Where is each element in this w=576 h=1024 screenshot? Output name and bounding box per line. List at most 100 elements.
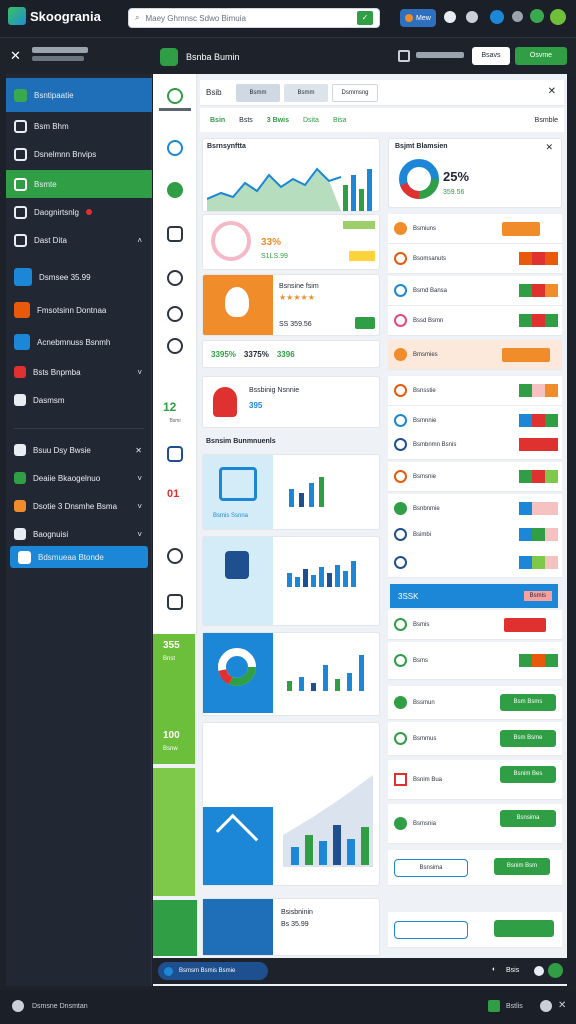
sidebar-item-label: Dsotie 3 Dnsmhe Bsma bbox=[33, 501, 118, 511]
sidebar-item-6[interactable]: Dsmsee 35.99 bbox=[6, 260, 152, 294]
list-item[interactable]: Bsmmus Bsm Bsme bbox=[388, 722, 562, 756]
sidebar-item-14[interactable]: Baognuisi ˅ bbox=[6, 520, 152, 548]
close-icon[interactable]: ✕ bbox=[545, 142, 553, 153]
sidebar-item-7[interactable]: Fmsotsinn Dontnaa bbox=[6, 296, 152, 324]
sidebar-item-9[interactable]: Bsts Bnpmba ˅ bbox=[6, 358, 152, 386]
kpi-card-1[interactable]: 33% S1LS.99 bbox=[202, 214, 380, 270]
search-submit-button[interactable]: ✓ bbox=[357, 11, 373, 25]
save-button[interactable]: Bsavs bbox=[472, 47, 510, 65]
brand[interactable]: Skoogrania bbox=[8, 7, 101, 25]
list-item[interactable] bbox=[388, 912, 562, 948]
sidebar-item-5[interactable]: Dast Dita ˄ bbox=[6, 226, 152, 254]
sidebar-header[interactable]: Bsntipaatie bbox=[6, 78, 152, 112]
profile-card[interactable]: Bssbinig Nsnnie 395 bbox=[202, 376, 380, 428]
chart-card-4[interactable] bbox=[202, 722, 380, 886]
list-item[interactable]: Bsimbi bbox=[388, 520, 562, 550]
bottom-left-card[interactable]: Bsisbninin Bs 35.99 bbox=[202, 898, 380, 956]
tab-bar: Bsib Bsmm Bsmm Dsmmsng ✕ bbox=[200, 80, 564, 106]
footer-help-icon[interactable] bbox=[540, 1000, 552, 1012]
rail-box-icon[interactable] bbox=[167, 594, 183, 610]
list-item[interactable]: Bsnsima Bsnim Bsm bbox=[388, 850, 562, 886]
sidebar-item-8[interactable]: Acnebmnuss Bsnmh bbox=[6, 328, 152, 356]
list-item[interactable]: Bsms bbox=[388, 642, 562, 680]
row-outline-button[interactable]: Bsnsima bbox=[394, 858, 468, 877]
list-item[interactable]: Bsmis bbox=[388, 610, 562, 640]
list-item[interactable]: Bsmiuns bbox=[388, 214, 562, 244]
notification-pill[interactable]: Mew bbox=[400, 9, 436, 27]
rail-chat-icon[interactable] bbox=[167, 306, 183, 322]
rail-leaf-icon[interactable] bbox=[167, 182, 183, 198]
print-icon[interactable] bbox=[398, 50, 410, 62]
row-green-button[interactable]: Bsnsima bbox=[500, 810, 556, 827]
blue-row[interactable]: 3SSK Bsmis bbox=[390, 584, 558, 608]
rail-cloud-icon[interactable] bbox=[167, 140, 183, 156]
footer-close-icon[interactable]: ✕ bbox=[558, 1000, 566, 1011]
chart-card-2[interactable] bbox=[202, 536, 380, 626]
sidebar-item-4[interactable]: Daognirtsnlg bbox=[6, 198, 152, 226]
row-outline-button[interactable] bbox=[394, 920, 468, 939]
sidebar-item-13[interactable]: Dsotie 3 Dnsmhe Bsma ˅ bbox=[6, 492, 152, 520]
footer-app-icon[interactable] bbox=[488, 1000, 500, 1012]
list-item[interactable]: Bsmd Bansa bbox=[388, 276, 562, 306]
list-item[interactable]: Bsmsnia Bsnsima bbox=[388, 804, 562, 844]
sidebar-item-1[interactable]: Bsm Bhm bbox=[6, 112, 152, 140]
sidebar-item-2[interactable]: Dsnelmnn Bnvips bbox=[6, 140, 152, 168]
sidebar-item-selected[interactable]: Bdsmueaa Btonde bbox=[10, 546, 148, 568]
rail-timer-icon[interactable] bbox=[167, 548, 183, 564]
bottom-right-icon[interactable]: ◐ bbox=[492, 966, 496, 973]
list-item[interactable]: Bsnsstie bbox=[388, 376, 562, 406]
list-item[interactable]: Bsomsanuts bbox=[388, 244, 562, 274]
row-green-button[interactable] bbox=[494, 920, 554, 937]
avatar[interactable] bbox=[550, 9, 566, 25]
row-action-button[interactable] bbox=[504, 618, 546, 632]
row-action-button[interactable] bbox=[502, 222, 540, 236]
user-icon[interactable] bbox=[490, 10, 504, 24]
list-item[interactable]: Bsmbnmn Bsnis bbox=[388, 430, 562, 460]
list-item-highlight[interactable]: Bmsmies bbox=[388, 340, 562, 370]
list-item[interactable]: Bssmun Bsm Bsms bbox=[388, 686, 562, 720]
rail-search-icon[interactable] bbox=[167, 338, 183, 354]
chart-card-1[interactable]: Bsmis Ssnna bbox=[202, 454, 380, 530]
list-item[interactable]: Bsmsnie bbox=[388, 462, 562, 492]
row-green-button[interactable]: Bsm Bsme bbox=[500, 730, 556, 747]
rail-doc-icon[interactable] bbox=[167, 446, 183, 462]
row-action-button[interactable] bbox=[502, 348, 550, 362]
list-item[interactable]: Bssd Bsmn bbox=[388, 306, 562, 336]
help-icon[interactable] bbox=[466, 11, 478, 23]
primary-button[interactable]: Osvme bbox=[515, 47, 567, 65]
rail-calendar-icon[interactable] bbox=[167, 226, 183, 242]
kpi2-button[interactable] bbox=[355, 317, 375, 329]
sidebar-item-active[interactable]: Bsmte bbox=[6, 170, 152, 198]
bottom-chip[interactable]: Bsmsm Bsmis Bsmie bbox=[158, 962, 268, 980]
close-icon[interactable]: ✕ bbox=[10, 48, 21, 64]
status-icon[interactable] bbox=[530, 9, 544, 23]
settings-icon[interactable] bbox=[512, 11, 523, 22]
bottom-avatar[interactable] bbox=[548, 963, 563, 978]
rail-home-icon[interactable] bbox=[167, 88, 183, 104]
close-icon[interactable]: ✕ bbox=[548, 86, 556, 97]
list-item[interactable] bbox=[388, 548, 562, 578]
sidebar-item-12[interactable]: Deaiie Bkaogelnuo ˅ bbox=[6, 464, 152, 492]
sidebar-item-11[interactable]: Bsuu Dsy Bwsie ✕ bbox=[6, 436, 152, 464]
donut-card[interactable]: Bsjmt Blamsien ✕ 25% 359.56 bbox=[388, 138, 562, 208]
rail-clock-icon[interactable] bbox=[167, 270, 183, 286]
sidebar-item-10[interactable]: Dasmsm bbox=[6, 386, 152, 414]
footer-gear-icon[interactable] bbox=[12, 1000, 24, 1012]
row-green-button[interactable]: Bsnim Bsm bbox=[494, 858, 550, 875]
list-item[interactable]: Bsnim Bua Bsnim Bes bbox=[388, 760, 562, 800]
kpi-row-1: 3395% bbox=[211, 349, 236, 359]
search-input[interactable]: ⌕ Maey Ghmnsc Sdwo Bimuia ✓ bbox=[128, 8, 380, 28]
chart-card-3[interactable] bbox=[202, 632, 380, 716]
kpi-card-2[interactable]: Bsnsine fsim ★★★★★ SS 359.56 bbox=[202, 274, 380, 336]
tab-2[interactable]: Bsmm bbox=[284, 84, 328, 102]
trend-card[interactable]: Bsrnsynftta bbox=[202, 138, 380, 212]
blue-row-badge[interactable]: Bsmis bbox=[523, 591, 552, 601]
tab-1[interactable]: Bsmm bbox=[236, 84, 280, 102]
tab-3[interactable]: Dsmmsng bbox=[332, 84, 378, 102]
row-green-button[interactable]: Bsm Bsms bbox=[500, 694, 556, 711]
stats-strip: Bsin Bsts 3 Bwis Dsita Bisa Bsmble bbox=[200, 108, 564, 132]
bottom-dot-icon[interactable] bbox=[534, 966, 544, 976]
chart-card-4-image bbox=[203, 807, 273, 885]
chat-icon[interactable] bbox=[444, 11, 456, 23]
row-green-button[interactable]: Bsnim Bes bbox=[500, 766, 556, 783]
